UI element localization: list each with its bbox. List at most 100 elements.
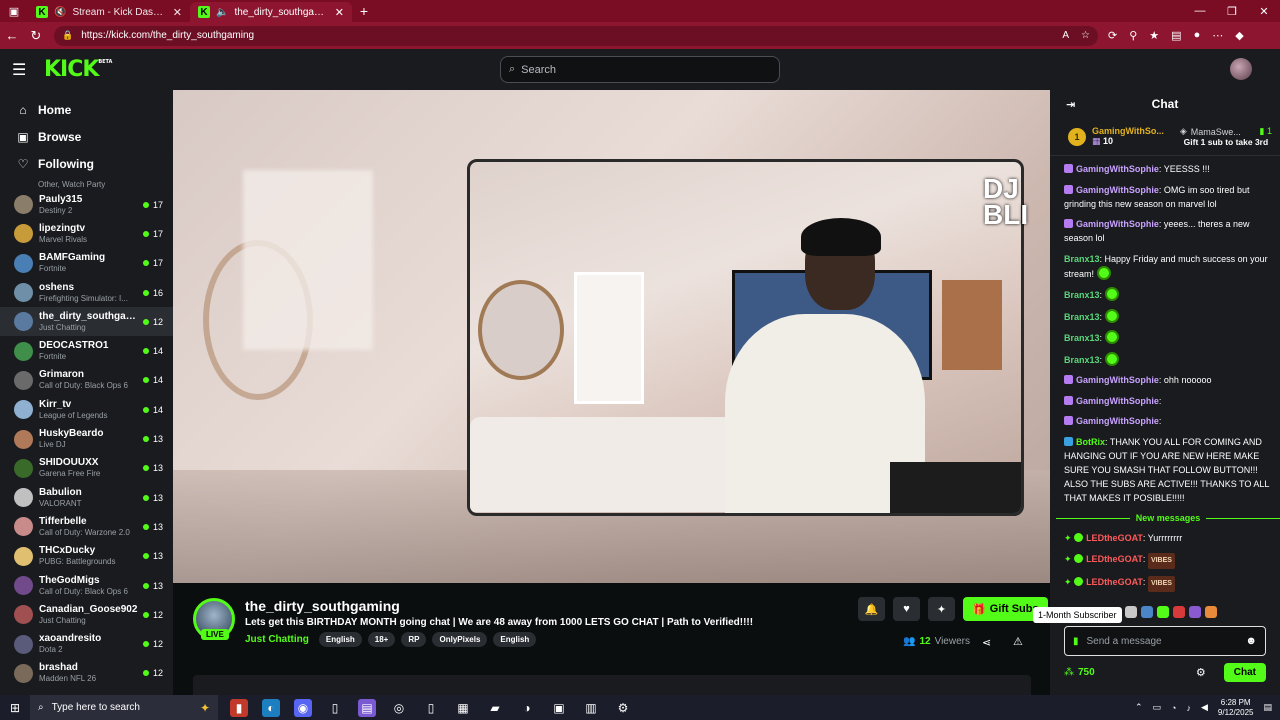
- tag-chip[interactable]: RP: [401, 632, 427, 647]
- hamburger-menu-icon[interactable]: ☰: [12, 60, 36, 80]
- leaderboard-first[interactable]: 1 GamingWithSo... ▦ 10: [1068, 126, 1170, 147]
- clock[interactable]: 6:28 PM 9/12/2025: [1218, 698, 1254, 718]
- wifi-icon[interactable]: ◔: [1171, 703, 1176, 713]
- new-tab-icon[interactable]: +: [352, 3, 376, 19]
- category-link[interactable]: Just Chatting: [245, 634, 309, 645]
- emote-icon[interactable]: [1157, 606, 1169, 618]
- sidebar-channel[interactable]: Kirr_tv League of Legends 14: [0, 395, 173, 424]
- chevron-up-icon[interactable]: ⌃: [1135, 702, 1143, 713]
- more-icon[interactable]: ⋯: [1212, 29, 1223, 42]
- tag-chip[interactable]: 18+: [367, 632, 396, 647]
- chat-username[interactable]: GamingWithSophie: [1076, 416, 1159, 426]
- tag-chip[interactable]: OnlyPixels: [432, 632, 488, 647]
- refresh-icon[interactable]: ↻: [24, 28, 48, 44]
- send-chat-button[interactable]: Chat: [1223, 662, 1266, 682]
- volume-icon[interactable]: ◀: [1201, 702, 1208, 713]
- chat-username[interactable]: Branx13: [1064, 333, 1100, 343]
- profile-icon[interactable]: ●: [1194, 29, 1201, 42]
- file-icon[interactable]: ▯: [326, 699, 344, 717]
- emote-icon[interactable]: [1205, 606, 1217, 618]
- sidebar-channel[interactable]: the_dirty_southgami... Just Chatting 12: [0, 307, 173, 337]
- favorite-star-icon[interactable]: ☆: [1081, 30, 1090, 41]
- collections-icon[interactable]: ▤: [1171, 29, 1181, 42]
- lock-icon[interactable]: 🔒: [62, 30, 73, 41]
- channel-points[interactable]: 750: [1078, 667, 1095, 678]
- restore-icon[interactable]: ❐: [1216, 5, 1248, 18]
- back-icon[interactable]: ←: [0, 28, 24, 43]
- favorites-icon[interactable]: ★: [1149, 29, 1159, 42]
- chat-badge-icon[interactable]: [1064, 375, 1073, 384]
- user-avatar[interactable]: [1230, 58, 1252, 80]
- chat-username[interactable]: GamingWithSophie: [1076, 164, 1159, 174]
- app-icon[interactable]: ▥: [582, 699, 600, 717]
- notification-bell-button[interactable]: 🔔: [858, 597, 885, 621]
- chat-message-input[interactable]: ▮ Send a message ☻: [1064, 626, 1266, 656]
- chat-username[interactable]: Branx13: [1064, 254, 1100, 264]
- sidebar-channel[interactable]: brashad Madden NFL 26 12: [0, 659, 173, 688]
- window-menu-icon[interactable]: ▣: [0, 0, 28, 22]
- microphone-icon[interactable]: ♪: [1186, 703, 1191, 713]
- url-field[interactable]: 🔒 https://kick.com/the_dirty_southgaming…: [54, 25, 1098, 46]
- emote-icon[interactable]: [1141, 606, 1153, 618]
- chat-username[interactable]: GamingWithSophie: [1076, 396, 1159, 406]
- chat-badge-icon[interactable]: [1064, 219, 1073, 228]
- windows-start-icon[interactable]: ⊞: [0, 701, 30, 715]
- copilot-icon[interactable]: ◆: [1235, 29, 1243, 42]
- emote-icon[interactable]: [1097, 265, 1112, 280]
- star-badge-icon[interactable]: ✦: [1064, 533, 1072, 543]
- chat-badge-icon[interactable]: [1064, 436, 1073, 446]
- edge-browser-icon[interactable]: ◐: [262, 698, 280, 717]
- chat-username[interactable]: GamingWithSophie: [1076, 185, 1159, 195]
- chat-username[interactable]: GamingWithSophie: [1076, 375, 1159, 385]
- channel-name[interactable]: the_dirty_southgaming: [245, 598, 400, 614]
- chat-settings-icon[interactable]: ⚙: [1196, 666, 1206, 679]
- copilot-sparkle-icon[interactable]: ✦: [200, 701, 210, 715]
- star-badge-icon[interactable]: ✦: [1064, 554, 1072, 564]
- app-icon[interactable]: ◑: [518, 699, 536, 717]
- app-icon[interactable]: ▣: [550, 699, 568, 717]
- chat-username[interactable]: Branx13: [1064, 312, 1100, 322]
- emoji-picker-icon[interactable]: ☻: [1245, 635, 1257, 647]
- sub-badge-icon[interactable]: ▮: [1073, 636, 1079, 647]
- chat-username[interactable]: LEDtheGOAT: [1086, 577, 1143, 587]
- emote-icon[interactable]: [1125, 606, 1137, 618]
- chat-username[interactable]: GamingWithSophie: [1076, 219, 1159, 229]
- vibes-emote[interactable]: VIBES: [1147, 576, 1175, 592]
- follow-heart-button[interactable]: ♥: [893, 597, 920, 621]
- app-icon[interactable]: ▰: [486, 699, 504, 717]
- sidebar-channel[interactable]: Canadian_Goose902 Just Chatting 12: [0, 600, 173, 629]
- chat-username[interactable]: Branx13: [1064, 355, 1100, 365]
- app-icon[interactable]: ▦: [454, 699, 472, 717]
- settings-gear-icon[interactable]: ⚙: [614, 699, 632, 717]
- notifications-icon[interactable]: ▤: [1263, 702, 1272, 713]
- verified-badge-icon[interactable]: [1074, 533, 1084, 542]
- leaderboard-second[interactable]: ◈ MamaSwe... ▮ 1 Gift 1 sub to take 3rd: [1180, 126, 1272, 147]
- emote-icon[interactable]: [1105, 351, 1120, 366]
- search-input[interactable]: ⌕ Search: [500, 56, 780, 83]
- collapse-chat-icon[interactable]: ⇥: [1066, 98, 1075, 111]
- chat-username[interactable]: BotRix: [1076, 437, 1105, 447]
- vibes-emote[interactable]: VIBES: [1147, 552, 1175, 569]
- sidebar-channel[interactable]: THCxDucky PUBG: Battlegrounds 13: [0, 542, 173, 571]
- sparkle-button[interactable]: ✦: [928, 597, 955, 621]
- sidebar-channel[interactable]: Tifferbelle Call of Duty: Warzone 2.0 13: [0, 512, 173, 541]
- close-tab-icon[interactable]: ✕: [173, 6, 182, 19]
- chat-badge-icon[interactable]: [1064, 164, 1073, 173]
- chat-username[interactable]: Branx13: [1064, 290, 1100, 300]
- star-badge-icon[interactable]: ✦: [1064, 577, 1072, 587]
- share-icon[interactable]: ⋖: [982, 636, 991, 649]
- app-icon[interactable]: ▮: [230, 698, 248, 717]
- minimize-icon[interactable]: —: [1184, 5, 1216, 18]
- refresh-extension-icon[interactable]: ⟳: [1108, 29, 1117, 42]
- sidebar-channel[interactable]: BAMFGaming Fortnite 17: [0, 249, 173, 278]
- sidebar-channel[interactable]: Grimaron Call of Duty: Black Ops 6 14: [0, 366, 173, 395]
- report-warning-icon[interactable]: ⚠: [1013, 635, 1023, 648]
- speaker-icon[interactable]: 🔈: [216, 7, 228, 18]
- read-aloud-icon[interactable]: A: [1062, 30, 1069, 41]
- kick-logo[interactable]: KICK BETA: [44, 57, 112, 82]
- extension-icon[interactable]: ⚲: [1129, 29, 1137, 42]
- verified-badge-icon[interactable]: [1074, 553, 1084, 563]
- emote-icon[interactable]: [1189, 606, 1201, 618]
- chat-username[interactable]: LEDtheGOAT: [1086, 533, 1143, 543]
- mute-icon[interactable]: 🔇: [54, 7, 66, 18]
